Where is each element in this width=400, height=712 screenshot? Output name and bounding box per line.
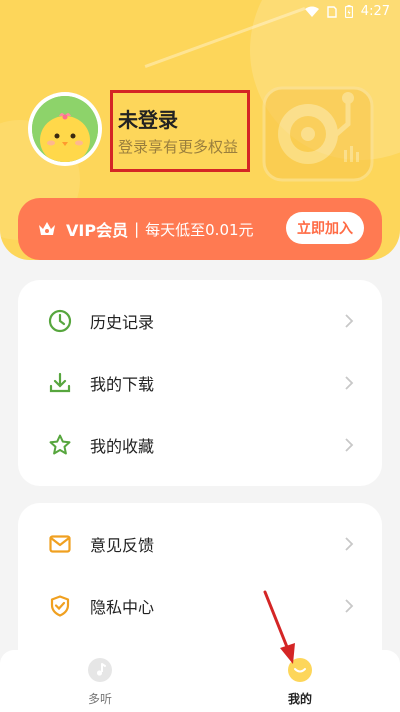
status-bar: 4:27 [0,0,400,24]
battery-icon [344,5,353,18]
menu-item-label: 历史记录 [90,313,155,332]
sim-icon [327,5,337,18]
menu-item-privacy[interactable]: 隐私中心 [18,575,382,637]
avatar[interactable] [28,92,102,166]
tab-label: 我的 [287,692,312,706]
menu-card-secondary: 意见反馈 隐私中心 [18,503,382,673]
chevron-right-icon [345,438,354,452]
menu-item-label: 我的下载 [90,375,155,394]
chevron-right-icon [345,599,354,613]
join-vip-button[interactable]: 立即加入 [286,212,364,244]
wifi-icon [304,6,319,17]
menu-card-primary: 历史记录 我的下载 我的收藏 [18,280,382,486]
menu-item-label: 隐私中心 [90,598,155,617]
shield-icon [50,595,70,617]
menu-item-label: 我的收藏 [90,437,155,456]
crown-icon [36,218,58,240]
star-icon [49,434,71,455]
highlight-box [110,90,250,172]
record-player-icon [262,86,374,182]
menu-item-downloads[interactable]: 我的下载 [18,352,382,414]
tab-duoting[interactable]: 多听 [60,658,140,708]
download-icon [49,372,71,393]
vip-description: 每天低至0.01元 [145,220,254,239]
chevron-right-icon [345,537,354,551]
music-note-icon [88,658,112,682]
status-time: 4:27 [360,4,390,19]
menu-item-history[interactable]: 历史记录 [18,290,382,352]
chevron-right-icon [345,314,354,328]
tab-label: 多听 [87,692,112,706]
chevron-right-icon [345,376,354,390]
menu-item-feedback[interactable]: 意见反馈 [18,513,382,575]
bottom-tab-bar: 多听 我的 [0,650,400,712]
menu-item-favorites[interactable]: 我的收藏 [18,414,382,476]
vip-separator: | [134,220,140,238]
annotation-arrow [263,590,295,664]
vip-title: VIP会员 [66,221,129,240]
mail-icon [49,535,71,553]
clock-icon [48,309,72,333]
vip-banner[interactable]: VIP会员 | 每天低至0.01元 立即加入 [18,198,382,260]
chick-avatar-icon [32,96,98,162]
menu-item-label: 意见反馈 [90,536,155,555]
